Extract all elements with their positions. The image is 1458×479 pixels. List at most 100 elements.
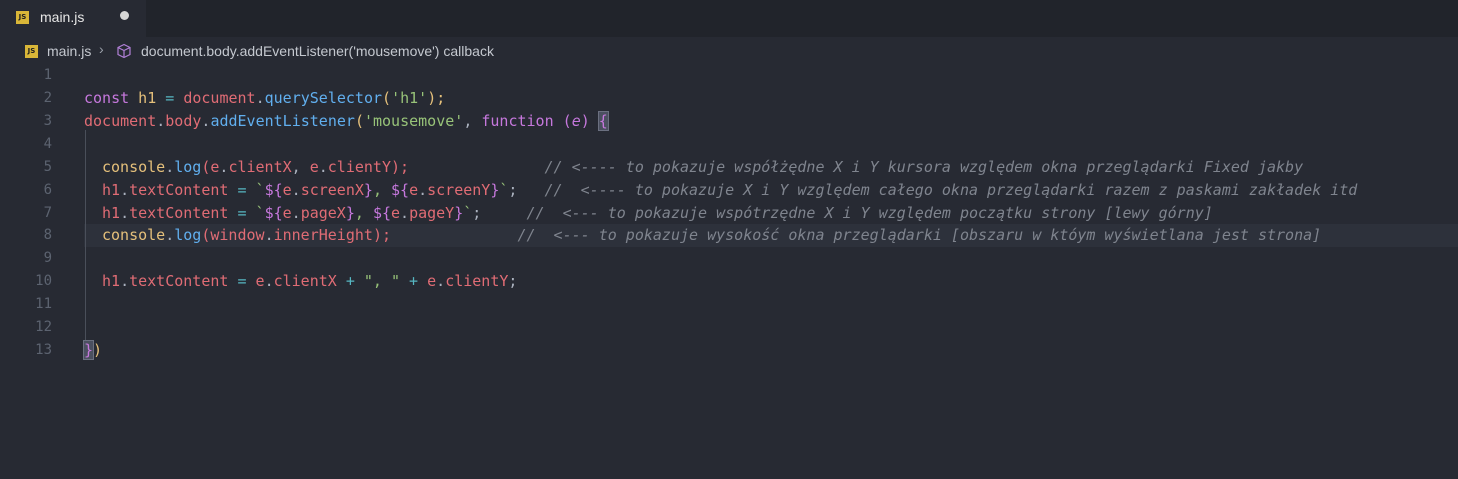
matching-brace: { xyxy=(597,111,609,131)
js-file-icon: JS xyxy=(16,11,29,24)
code-line-2[interactable]: const h1 = document.querySelector('h1'); xyxy=(84,87,445,110)
token: ); xyxy=(391,158,410,176)
token: , xyxy=(463,112,482,130)
line-number: 11 xyxy=(35,296,52,312)
tab-main-js[interactable]: JS main.js xyxy=(0,0,146,37)
token: querySelector xyxy=(264,89,383,107)
code-comment: // <---- to pokazuje X i Y względem całe… xyxy=(544,181,1358,199)
token: console xyxy=(102,158,166,176)
token: clientX xyxy=(228,158,292,176)
token: ${ xyxy=(264,181,283,199)
token: e xyxy=(571,112,581,130)
cube-method-icon xyxy=(117,43,131,59)
line-number: 5 xyxy=(43,159,52,175)
token: , xyxy=(291,158,310,176)
token: . xyxy=(291,181,301,199)
line-number: 6 xyxy=(43,182,52,198)
token: ` xyxy=(463,204,473,222)
token: h1 xyxy=(102,272,121,290)
token: clientX xyxy=(273,272,337,290)
token: ; xyxy=(508,272,518,290)
code-line-3[interactable]: document.body.addEventListener('mousemov… xyxy=(84,110,609,133)
unsaved-changes-icon[interactable] xyxy=(120,11,129,20)
token: . xyxy=(165,226,175,244)
token: pageY xyxy=(409,204,455,222)
token: } xyxy=(363,181,373,199)
token: ; xyxy=(472,204,482,222)
token: e xyxy=(409,181,419,199)
token: } xyxy=(345,204,355,222)
token: log xyxy=(174,226,202,244)
token: clientY xyxy=(445,272,509,290)
token: . xyxy=(120,181,130,199)
token: e xyxy=(391,204,401,222)
token: . xyxy=(264,272,274,290)
code-comment: // <--- to pokazuje wysokość okna przegl… xyxy=(517,226,1322,244)
token: ) xyxy=(93,341,103,359)
token: ` xyxy=(255,181,265,199)
indent-guide xyxy=(85,130,86,354)
line-number: 10 xyxy=(35,273,52,289)
token: pageX xyxy=(300,204,346,222)
matching-brace: } xyxy=(82,340,95,360)
token: addEventListener xyxy=(210,112,355,130)
token: = xyxy=(228,181,256,199)
code-line-6[interactable]: h1.textContent = `${e.screenX}, ${e.scre… xyxy=(102,179,1357,202)
token: ${ xyxy=(391,181,410,199)
token: screenX xyxy=(300,181,364,199)
token: = xyxy=(228,272,256,290)
token: h1 xyxy=(102,204,121,222)
token: , xyxy=(372,181,391,199)
line-number: 13 xyxy=(35,342,52,358)
token: textContent xyxy=(129,181,229,199)
token: e xyxy=(309,158,319,176)
line-number: 8 xyxy=(43,227,52,243)
token: . xyxy=(120,204,130,222)
token: const xyxy=(84,89,130,107)
token: + xyxy=(336,272,364,290)
token: ) xyxy=(580,112,599,130)
token: window xyxy=(210,226,265,244)
token: ( xyxy=(354,112,364,130)
token: ); xyxy=(372,226,391,244)
code-line-7[interactable]: h1.textContent = `${e.pageX}, ${e.pageY}… xyxy=(102,202,1213,225)
breadcrumb-file[interactable]: main.js xyxy=(47,43,91,59)
code-line-5[interactable]: console.log(e.clientX, e.clientY); // <-… xyxy=(102,156,1303,179)
token: ( xyxy=(382,89,392,107)
token: e xyxy=(427,272,437,290)
token: . xyxy=(165,158,175,176)
token: clientY xyxy=(327,158,391,176)
code-comment: // <--- to pokazuje wspótrzędne X i Y wz… xyxy=(526,204,1213,222)
token: 'h1' xyxy=(391,89,428,107)
line-number: 1 xyxy=(43,67,52,83)
token: ${ xyxy=(372,204,391,222)
token: ${ xyxy=(264,204,283,222)
token: textContent xyxy=(129,204,229,222)
token: e xyxy=(255,272,265,290)
code-line-13[interactable]: }) xyxy=(82,339,103,362)
breadcrumb-separator: › xyxy=(99,41,104,57)
line-number: 12 xyxy=(35,319,52,335)
code-line-10[interactable]: h1.textContent = e.clientX + ", " + e.cl… xyxy=(102,270,517,293)
token: 'mousemove' xyxy=(363,112,464,130)
token: . xyxy=(436,272,446,290)
code-line-8[interactable]: console.log(window.innerHeight); // <---… xyxy=(102,224,1321,247)
breadcrumb-symbol[interactable]: document.body.addEventListener('mousemov… xyxy=(141,43,494,59)
token: = xyxy=(165,89,175,107)
token: document xyxy=(174,89,256,107)
token: . xyxy=(255,89,265,107)
tab-bar: JS main.js xyxy=(0,0,1458,37)
token: + xyxy=(400,272,428,290)
line-number: 9 xyxy=(43,250,52,266)
token: . xyxy=(291,204,301,222)
token: innerHeight xyxy=(273,226,373,244)
line-number: 4 xyxy=(43,136,52,152)
token: h1 xyxy=(102,181,121,199)
code-editor[interactable]: 1 2 3 4 5 6 7 8 9 10 11 12 13 const h1 =… xyxy=(0,64,1458,479)
token: console xyxy=(102,226,166,244)
token: body xyxy=(165,112,202,130)
token: ); xyxy=(427,89,446,107)
